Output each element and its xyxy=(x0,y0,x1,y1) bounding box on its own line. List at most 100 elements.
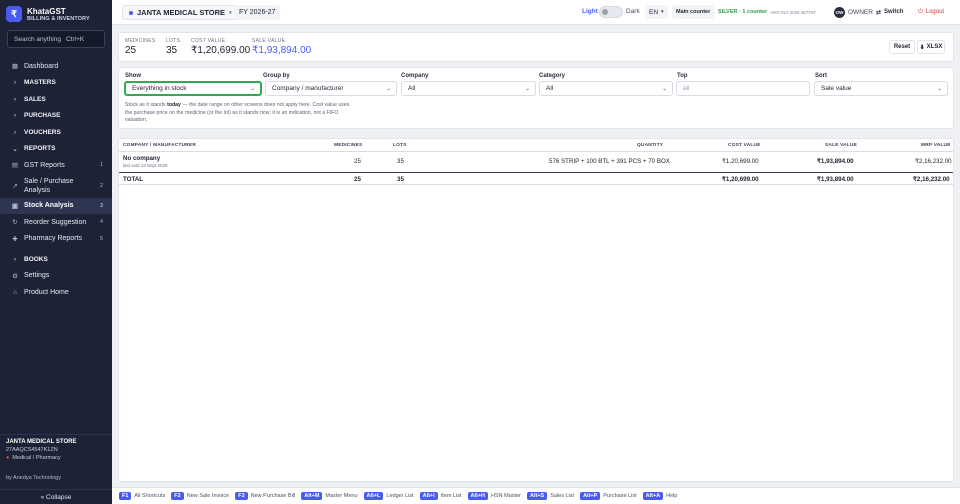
row-cost-value: ₹1,20,699.00 xyxy=(722,158,759,165)
filter-placeholder: all xyxy=(683,85,690,92)
col-mrp-value[interactable]: MRP VALUE xyxy=(921,143,951,148)
filter-panel: Show Everything in stock ⌄ Group by Compa… xyxy=(118,67,954,129)
shortcut-number: 4 xyxy=(99,219,103,226)
store-selector[interactable]: JANTA MEDICAL STORE ▾ xyxy=(122,5,239,20)
sidebar: ₹ KhataGST BILLING & INVENTORY Search an… xyxy=(0,0,112,504)
sidebar-item-pharmacy-reports[interactable]: ✚ Pharmacy Reports 5 xyxy=(0,231,112,248)
note-text: Stock as it stands xyxy=(125,102,168,108)
export-xlsx-button[interactable]: ⬇ XLSX xyxy=(917,40,945,54)
sidebar-section-masters[interactable]: › MASTERS xyxy=(0,75,112,92)
filter-category-select[interactable]: All ⌄ xyxy=(539,81,673,96)
reset-button[interactable]: Reset xyxy=(889,40,915,54)
shortcut-key: F3 xyxy=(235,492,248,500)
stat-cost-value: COST VALUE ₹1,20,699.00 xyxy=(191,38,250,56)
switch-button[interactable]: ⇄ Switch xyxy=(876,6,903,18)
store-type: ● Medical / Pharmacy xyxy=(6,455,106,461)
stock-table: COMPANY / MANUFACTURER MEDICINES LOTS QU… xyxy=(118,138,954,482)
shortcut-new-sale[interactable]: F2 New Sale Invoice xyxy=(171,492,229,500)
chevron-down-icon: ⌄ xyxy=(525,85,530,92)
shortcut-sales-list[interactable]: Alt+S Sales List xyxy=(526,492,574,500)
sidebar-item-product-home[interactable]: ⌂ Product Home xyxy=(0,284,112,301)
shortcut-help[interactable]: Alt+A Help xyxy=(642,492,678,500)
download-icon: ⬇ xyxy=(919,44,925,51)
store-type-label: Medical / Pharmacy xyxy=(12,455,61,461)
counter-badge[interactable]: Main counter xyxy=(672,5,715,19)
filter-top-label: Top xyxy=(677,73,688,79)
col-company[interactable]: COMPANY / MANUFACTURER xyxy=(123,143,196,148)
topbar: JANTA MEDICAL STORE ▾ FY 2026-27 Light D… xyxy=(112,0,960,25)
store-info: JANTA MEDICAL STORE 27AAQCS4547K1ZN ● Med… xyxy=(0,434,112,465)
sidebar-item-settings[interactable]: ⚙ Settings xyxy=(0,268,112,285)
col-sale-value[interactable]: SALE VALUE xyxy=(825,143,857,148)
sidebar-item-reorder-suggestion[interactable]: ↻ Reorder Suggestion 4 xyxy=(0,214,112,231)
search-input[interactable]: Search anything Ctrl+K xyxy=(7,30,105,48)
total-row: TOTAL 25 35 ₹1,20,699.00 ₹1,93,894.00 ₹2… xyxy=(119,172,953,185)
logout-button[interactable]: ⏻ Logout xyxy=(918,6,944,18)
language-selector[interactable]: EN ▾ xyxy=(645,5,668,19)
theme-toggle[interactable] xyxy=(599,6,623,18)
plan-label: SILVER · 1 counter xyxy=(718,9,768,15)
chevron-down-icon: ⌄ xyxy=(12,145,18,153)
chevron-right-icon: › xyxy=(13,79,17,87)
row-sale-value: ₹1,93,894.00 xyxy=(817,158,854,165)
sidebar-section-vouchers[interactable]: › VOUCHERS xyxy=(0,124,112,141)
collapse-button[interactable]: « Collapse xyxy=(0,489,112,504)
shortcut-ledger-list[interactable]: Alt+L Ledger List xyxy=(363,492,414,500)
sidebar-section-purchase[interactable]: › PURCHASE xyxy=(0,108,112,125)
brand[interactable]: ₹ KhataGST BILLING & INVENTORY xyxy=(6,6,90,22)
sidebar-item-label: Stock Analysis xyxy=(24,202,74,210)
store-name: JANTA MEDICAL STORE xyxy=(6,439,77,445)
sidebar-item-gst-reports[interactable]: ▤ GST Reports 1 xyxy=(0,157,112,174)
sidebar-section-books[interactable]: › BOOKS xyxy=(0,251,112,268)
table-row[interactable]: No company last sold 13 Sept 2026 25 35 … xyxy=(119,152,953,172)
shortcut-label: All Shortcuts xyxy=(134,493,166,499)
shortcut-number: 1 xyxy=(99,162,103,169)
shortcut-label: Ledger List xyxy=(386,493,414,499)
theme-light-label[interactable]: Light xyxy=(582,8,598,15)
col-medicines[interactable]: MEDICINES xyxy=(334,143,362,148)
chevron-down-icon: ▾ xyxy=(229,9,232,16)
filter-company-select[interactable]: All ⌄ xyxy=(401,81,536,96)
shortcut-key: Alt+S xyxy=(526,492,548,500)
stat-value: 25 xyxy=(125,45,137,56)
avatar[interactable]: OW xyxy=(834,7,845,18)
stock-valuation-note: Stock as it stands today — the date rang… xyxy=(125,102,355,125)
filter-sort-select[interactable]: Sale value ⌄ xyxy=(814,81,948,96)
shortcut-label: New Sale Invoice xyxy=(186,493,230,499)
store-dot-icon xyxy=(129,10,133,15)
shortcut-master-menu[interactable]: Alt+M Master Menu xyxy=(301,492,358,500)
shortcut-new-purchase[interactable]: F3 New Purchase Bill xyxy=(235,492,295,500)
shortcut-item-list[interactable]: Alt+I Item List xyxy=(419,492,462,500)
sidebar-item-label: Pharmacy Reports xyxy=(24,235,82,243)
refresh-icon: ↻ xyxy=(12,219,18,227)
shortcut-all[interactable]: F1 All Shortcuts xyxy=(119,492,165,500)
stat-label: SALE VALUE xyxy=(252,38,286,44)
shortcut-purchase-list[interactable]: Alt+P Purchase List xyxy=(580,492,637,500)
sidebar-item-dashboard[interactable]: ▦ Dashboard xyxy=(0,58,112,75)
col-lots[interactable]: LOTS xyxy=(393,143,407,148)
filter-group-by-select[interactable]: Company / manufacturer ⌄ xyxy=(265,81,397,96)
sidebar-item-sale-purchase-analysis[interactable]: ↗ Sale / Purchase Analysis 2 xyxy=(0,174,112,198)
row-lots: 35 xyxy=(397,158,404,165)
store-selector-label: JANTA MEDICAL STORE xyxy=(137,8,226,17)
chevron-right-icon: › xyxy=(13,95,17,103)
shortcut-hsn-master[interactable]: Alt+H HSN Master xyxy=(467,492,521,500)
shortcut-label: Help xyxy=(666,493,678,499)
total-medicines: 25 xyxy=(354,176,361,183)
shortcut-key: Alt+I xyxy=(419,492,438,500)
filter-top-input[interactable]: all xyxy=(676,81,810,96)
theme-dark-label[interactable]: Dark xyxy=(626,8,640,15)
sidebar-section-sales[interactable]: › SALES xyxy=(0,91,112,108)
sidebar-item-stock-analysis[interactable]: ▣ Stock Analysis 3 xyxy=(0,197,112,214)
stat-label: COST VALUE xyxy=(191,38,226,44)
filter-sort-label: Sort xyxy=(815,73,827,79)
filter-value: Everything in stock xyxy=(132,85,187,92)
export-label: XLSX xyxy=(926,44,943,50)
filter-show-select[interactable]: Everything in stock ⌄ xyxy=(124,81,262,96)
financial-year[interactable]: FY 2026-27 xyxy=(234,5,281,20)
sidebar-section-reports[interactable]: ⌄ REPORTS xyxy=(0,141,112,158)
shortcut-key: Alt+A xyxy=(642,492,664,500)
col-quantity[interactable]: QUANTITY xyxy=(637,143,663,148)
col-cost-value[interactable]: COST VALUE xyxy=(728,143,761,148)
note-emphasis: today xyxy=(167,102,181,108)
